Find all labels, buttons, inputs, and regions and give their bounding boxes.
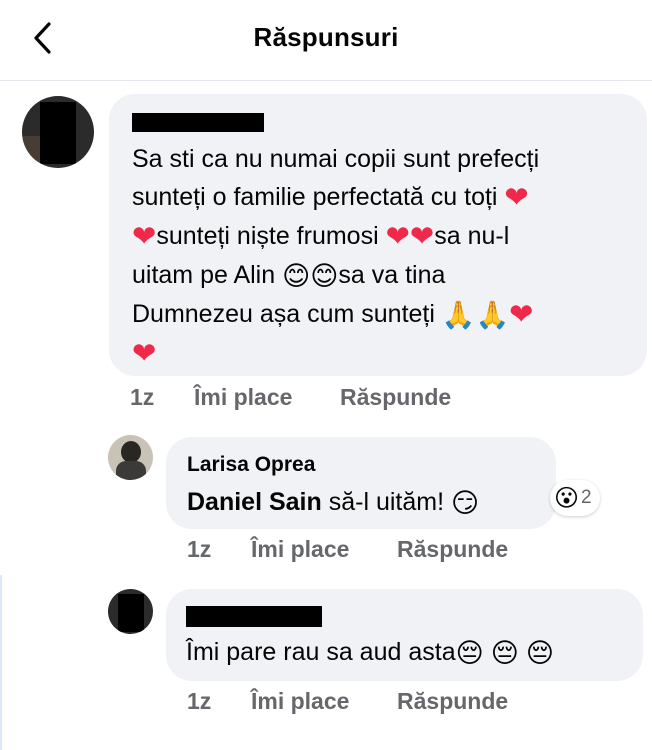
pray-emoji: 🙏 [475, 300, 510, 330]
smirk-emoji: 😏 [450, 488, 480, 518]
heart-emoji: ❤ [132, 221, 157, 253]
top-bar: Răspunsuri [0, 0, 652, 81]
thread-line [0, 575, 2, 750]
redacted-author-name [186, 606, 322, 627]
pensive-emoji: 😔 [455, 638, 484, 668]
comment-text: Îmi pare rau sa aud asta😔 😔 😔 [186, 633, 554, 672]
heart-emoji: ❤ [409, 221, 435, 253]
mention-link[interactable]: Daniel Sain [187, 488, 322, 516]
timestamp[interactable]: 1z [187, 536, 211, 563]
redacted-author-name [132, 113, 264, 132]
reply-bubble: Larisa Oprea Daniel Sain să-l uităm! 😏 [166, 437, 556, 529]
reply-button[interactable]: Răspunde [397, 536, 508, 563]
avatar[interactable] [108, 435, 153, 480]
reply-bubble: Îmi pare rau sa aud asta😔 😔 😔 [166, 589, 643, 681]
reaction-summary[interactable]: 😮 2 [550, 480, 600, 516]
comment-author[interactable]: Larisa Oprea [187, 453, 315, 477]
reply-actions: 1z Îmi place Răspunde [187, 688, 587, 718]
smile-emoji: 😊 [282, 261, 311, 291]
avatar[interactable] [22, 96, 94, 168]
reply-actions: 1z Îmi place Răspunde [187, 536, 587, 566]
comment-actions: 1z Îmi place Răspunde [130, 384, 530, 414]
comment-bubble: Sa sti ca nu numai copii sunt prefecți s… [109, 94, 647, 376]
heart-emoji: ❤ [385, 221, 410, 253]
reply-button[interactable]: Răspunde [340, 384, 451, 411]
like-button[interactable]: Îmi place [251, 688, 349, 715]
reaction-count: 2 [581, 487, 592, 508]
pensive-emoji: 😔 [525, 638, 554, 668]
heart-emoji: ❤ [132, 338, 157, 370]
avatar[interactable] [108, 589, 153, 634]
timestamp[interactable]: 1z [187, 688, 211, 715]
timestamp[interactable]: 1z [130, 384, 154, 411]
comment-text: Daniel Sain să-l uităm! 😏 [187, 483, 479, 522]
comment-text: Sa sti ca nu numai copii sunt prefecți s… [132, 145, 540, 370]
pensive-emoji: 😔 [490, 638, 519, 668]
heart-emoji: ❤ [504, 182, 529, 214]
like-button[interactable]: Îmi place [251, 536, 349, 563]
pray-emoji: 🙏 [441, 300, 476, 330]
heart-emoji: ❤ [509, 299, 534, 331]
reply-button[interactable]: Răspunde [397, 688, 508, 715]
like-button[interactable]: Îmi place [194, 384, 292, 411]
page-title: Răspunsuri [253, 22, 399, 52]
wow-reaction-icon: 😮 [554, 484, 580, 512]
smile-emoji: 😊 [310, 261, 339, 291]
